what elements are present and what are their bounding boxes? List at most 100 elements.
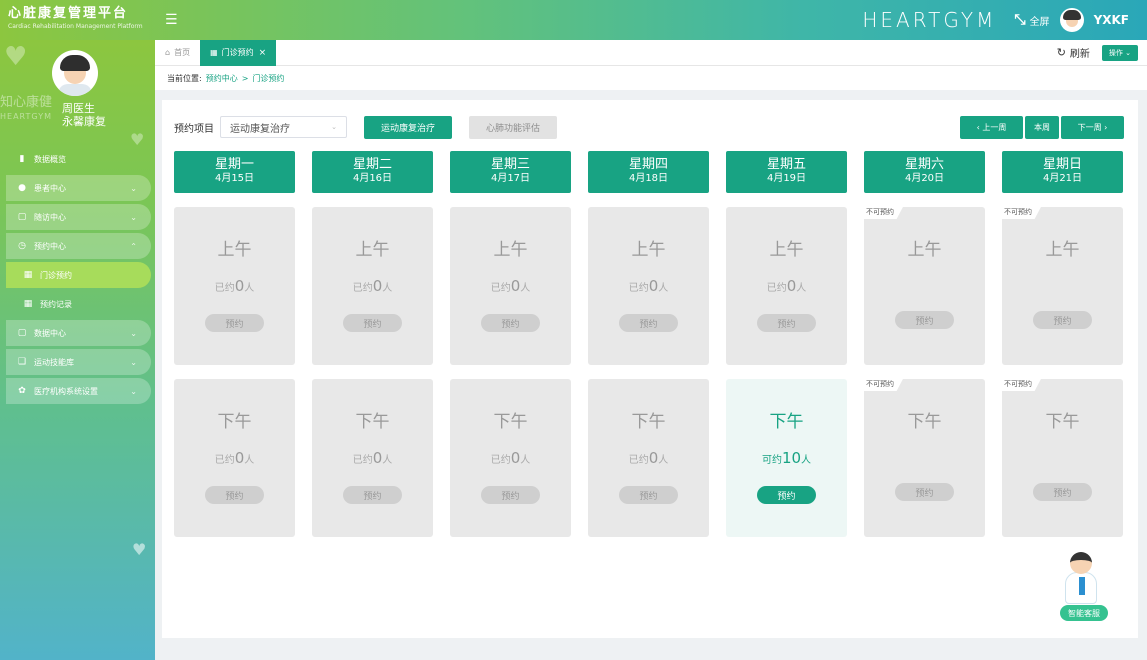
- afternoon-slot: 下午 已约0人 预约: [312, 379, 433, 537]
- day-header: 星期六 4月20日: [864, 151, 985, 193]
- sidebar-item[interactable]: ▢ 数据中心 ⌄: [6, 320, 151, 346]
- tab-active-label: 门诊预约: [221, 48, 254, 57]
- exercise-rehab-button[interactable]: 运动康复治疗: [364, 116, 452, 139]
- slot-period: 上午: [769, 240, 804, 260]
- refresh-icon: ↻: [1056, 46, 1066, 59]
- prev-week-button[interactable]: ‹ 上一周: [960, 116, 1023, 139]
- day-date: 4月19日: [766, 173, 807, 184]
- grid-icon: ▦: [23, 299, 33, 309]
- book-button[interactable]: 预约: [481, 486, 540, 504]
- chevron-icon: ⌄: [130, 328, 137, 338]
- sidebar-item[interactable]: ▦ 门诊预约: [6, 262, 151, 288]
- sidebar-item-label: 门诊预约: [40, 270, 72, 280]
- logo: 心脏康复管理平台 Cardiac Rehabilitation Manageme…: [0, 0, 155, 40]
- customer-service-label[interactable]: 智能客服: [1060, 605, 1108, 621]
- book-button[interactable]: 预约: [757, 486, 816, 504]
- this-week-button[interactable]: 本周: [1025, 116, 1059, 139]
- morning-slot: 上午 已约0人 预约: [726, 207, 847, 365]
- unavailable-tag: 不可预约: [863, 377, 904, 391]
- sidebar-item[interactable]: ▢ 随访中心 ⌄: [6, 204, 151, 230]
- next-week-button[interactable]: 下一周 ›: [1061, 116, 1124, 139]
- project-select-value: 运动康复治疗: [230, 123, 290, 135]
- sidebar-item[interactable]: ▮ 数据概览: [6, 146, 151, 172]
- afternoon-slot: 下午 已约0人 预约: [588, 379, 709, 537]
- day-header: 星期五 4月19日: [726, 151, 847, 193]
- customer-service-widget[interactable]: 智能客服: [1056, 548, 1112, 624]
- grid-icon: ▦: [23, 270, 33, 280]
- project-select[interactable]: 运动康复治疗 ⌄: [220, 116, 347, 138]
- day-name: 星期五: [766, 157, 806, 172]
- sidebar-item-label: 患者中心: [34, 183, 66, 193]
- sidebar-item-label: 随访中心: [34, 212, 66, 222]
- operations-button[interactable]: 操作 ⌄: [1101, 44, 1138, 61]
- unavailable-tag: 不可预约: [863, 205, 904, 219]
- heart-icon: ♥: [4, 42, 28, 72]
- slot-period: 下午: [769, 412, 804, 432]
- afternoon-slot: 下午 已约0人 预约: [174, 379, 295, 537]
- heart-icon: ♥: [132, 540, 147, 559]
- day-header: 星期三 4月17日: [450, 151, 571, 193]
- day-date: 4月16日: [352, 173, 393, 184]
- slot-period: 下午: [493, 412, 528, 432]
- day-date: 4月15日: [214, 173, 255, 184]
- slot-period: 上午: [355, 240, 390, 260]
- user-avatar[interactable]: [1059, 8, 1084, 32]
- hamburger-icon[interactable]: ☰: [165, 12, 189, 28]
- book-button[interactable]: 预约: [619, 314, 678, 332]
- day-name: 星期一: [214, 157, 254, 172]
- sidebar: ♥ ♥ 知心康健 HEARTGYM 周医生 永馨康复 ▮ 数据概览 ● 患者中心 ⌄ ▢ 随…: [0, 40, 155, 660]
- slot-period: 下午: [907, 412, 942, 432]
- day-name: 星期六: [904, 157, 944, 172]
- sidebar-item-label: 数据中心: [34, 328, 66, 338]
- day-date: 4月18日: [628, 173, 669, 184]
- refresh-button[interactable]: ↻ 刷新: [1057, 45, 1090, 60]
- day-name: 星期四: [628, 157, 668, 172]
- home-icon: ⌂: [165, 48, 171, 57]
- book-button[interactable]: 预约: [895, 311, 954, 329]
- fullscreen-button[interactable]: ⤡ 全屏: [1014, 12, 1049, 28]
- morning-slot: 不可预约 上午 预约: [1001, 205, 1123, 365]
- chevron-icon: ⌄: [130, 386, 137, 396]
- chevron-icon: ⌃: [130, 241, 137, 251]
- profile-card: ♥ ♥ 知心康健 HEARTGYM 周医生 永馨康复: [0, 40, 155, 149]
- slot-count: 已约0人: [352, 449, 393, 467]
- sidebar-item-label: 运动技能库: [34, 357, 74, 367]
- sidebar-item[interactable]: ✿ 医疗机构系统设置 ⌄: [6, 378, 151, 404]
- day-header: 星期二 4月16日: [312, 151, 433, 193]
- day-name: 星期日: [1042, 157, 1082, 172]
- slot-period: 上午: [907, 240, 942, 260]
- unavailable-tag: 不可预约: [1001, 205, 1042, 219]
- morning-slot: 上午 已约0人 预约: [174, 207, 295, 365]
- sidebar-item[interactable]: ◷ 预约中心 ⌃: [6, 233, 151, 259]
- sidebar-item[interactable]: ▦ 预约记录: [6, 291, 151, 317]
- book-button[interactable]: 预约: [343, 314, 402, 332]
- slot-period: 下午: [1045, 412, 1080, 432]
- book-button[interactable]: 预约: [895, 483, 954, 501]
- cardiopulmonary-eval-button[interactable]: 心肺功能评估: [469, 116, 557, 139]
- close-icon[interactable]: ×: [259, 48, 267, 58]
- sidebar-item[interactable]: ❑ 运动技能库 ⌄: [6, 349, 151, 375]
- book-button[interactable]: 预约: [757, 314, 816, 332]
- username[interactable]: YXKF: [1094, 13, 1129, 27]
- folder-icon: ▢: [17, 212, 27, 222]
- day-date: 4月21日: [1042, 173, 1083, 184]
- doctor-avatar: [52, 50, 98, 96]
- book-button[interactable]: 预约: [1033, 311, 1092, 329]
- breadcrumb-booking-center[interactable]: 预约中心: [206, 73, 238, 84]
- book-button[interactable]: 预约: [481, 314, 540, 332]
- book-button[interactable]: 预约: [205, 486, 264, 504]
- book-button[interactable]: 预约: [205, 314, 264, 332]
- sidebar-menu: ▮ 数据概览 ● 患者中心 ⌄ ▢ 随访中心 ⌄ ◷ 预约中心 ⌃ ▦ 门诊预约 ▦ 预约记录 ▢ 数据中心 ⌄ ❑…: [6, 146, 151, 407]
- day-name: 星期三: [490, 157, 530, 172]
- tab-clinic-booking[interactable]: ▦ 门诊预约 ×: [200, 39, 277, 66]
- fullscreen-label: 全屏: [1029, 16, 1050, 28]
- book-button[interactable]: 预约: [1033, 483, 1092, 501]
- book-button[interactable]: 预约: [343, 486, 402, 504]
- tab-home[interactable]: ⌂ 首页: [155, 40, 200, 66]
- doctor-name: 周医生 永馨康复: [62, 102, 106, 128]
- book-button[interactable]: 预约: [619, 486, 678, 504]
- chevron-down-icon: ⌄: [331, 123, 337, 131]
- sidebar-item[interactable]: ● 患者中心 ⌄: [6, 175, 151, 201]
- user-icon: ●: [18, 183, 26, 193]
- slot-count: 已约0人: [352, 277, 393, 295]
